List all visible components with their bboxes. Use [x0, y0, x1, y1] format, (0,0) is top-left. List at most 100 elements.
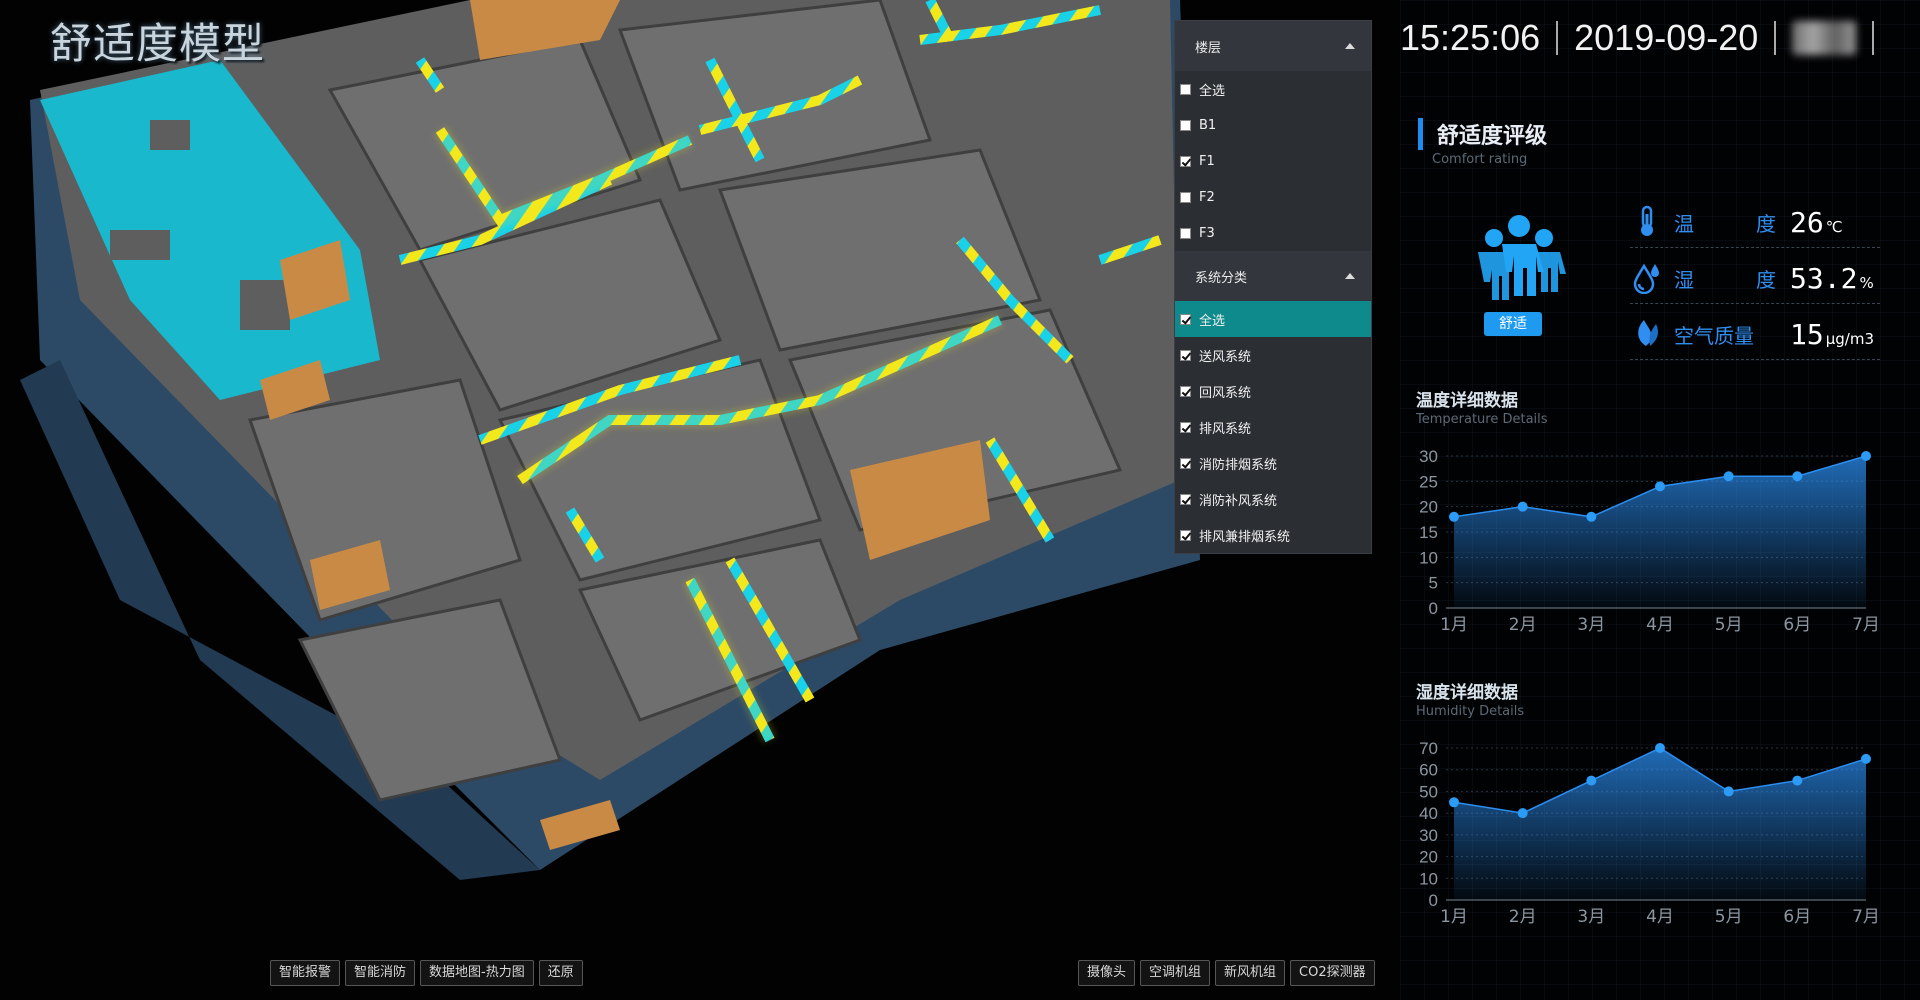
- metric-label: 空气质量: [1674, 320, 1776, 349]
- metric-label-part: 湿: [1674, 268, 1694, 292]
- checkbox[interactable]: [1180, 385, 1191, 397]
- current-time: 15:25:06: [1400, 17, 1541, 58]
- y-tick-label: 20: [1419, 848, 1438, 867]
- comfort-section-subtitle: Comfort rating: [1432, 152, 1528, 167]
- data-point: [1861, 753, 1871, 764]
- data-point: [1655, 481, 1665, 492]
- floor-option[interactable]: F3: [1175, 215, 1371, 251]
- device-layer-button[interactable]: 空调机组: [1140, 960, 1211, 986]
- metric-value: 53.2: [1790, 262, 1858, 295]
- humidity-chart-title: 湿度详细数据: [1416, 683, 1518, 703]
- metric-unit: μg/m3: [1825, 329, 1874, 348]
- x-tick-label: 6月: [1783, 615, 1811, 635]
- data-point: [1449, 797, 1459, 808]
- divider: [1556, 21, 1559, 55]
- x-tick-label: 4月: [1646, 615, 1674, 635]
- checkbox[interactable]: [1180, 313, 1191, 325]
- system-option[interactable]: 回风系统: [1175, 373, 1371, 409]
- floor-option[interactable]: F2: [1175, 179, 1371, 215]
- view-mode-button[interactable]: 智能报警: [270, 960, 341, 986]
- floor-option-label: 全选: [1199, 83, 1226, 99]
- system-option-label: 排风系统: [1199, 421, 1252, 437]
- checkbox[interactable]: [1180, 421, 1191, 433]
- checkbox[interactable]: [1180, 529, 1191, 541]
- floor-option[interactable]: F1: [1175, 143, 1371, 179]
- system-option-label: 排风兼排烟系统: [1199, 529, 1291, 545]
- caret-up-icon[interactable]: [1345, 43, 1355, 49]
- metric-row: 空气质量 15 μg/m3: [1630, 310, 1880, 360]
- system-group-header[interactable]: 系统分类: [1175, 251, 1371, 301]
- area-fill: [1454, 748, 1866, 900]
- checkbox[interactable]: [1180, 349, 1191, 361]
- floor-option-label: B1: [1199, 117, 1217, 133]
- checkbox[interactable]: [1180, 119, 1191, 131]
- data-point: [1792, 775, 1803, 786]
- metric-unit: ℃: [1825, 217, 1843, 236]
- x-tick-label: 6月: [1783, 907, 1811, 927]
- dashboard-panel: 15:25:06 2019-09-20 舒适度评级 Comfort rating…: [1400, 0, 1920, 1000]
- y-tick-label: 20: [1419, 498, 1438, 517]
- metric-label-part: 度: [1756, 212, 1776, 236]
- divider: [1774, 21, 1777, 55]
- x-tick-label: 1月: [1440, 615, 1468, 635]
- metric-value: 26: [1790, 206, 1824, 239]
- data-point: [1723, 786, 1734, 797]
- view-mode-button[interactable]: 还原: [538, 960, 583, 986]
- metric-unit: %: [1859, 273, 1874, 292]
- x-tick-label: 1月: [1440, 907, 1468, 927]
- system-option[interactable]: 排风兼排烟系统: [1175, 517, 1371, 553]
- y-tick-label: 50: [1419, 782, 1438, 801]
- floor-option[interactable]: B1: [1175, 107, 1371, 143]
- system-option[interactable]: 消防补风系统: [1175, 481, 1371, 517]
- x-tick-label: 5月: [1715, 907, 1743, 927]
- y-tick-label: 30: [1419, 826, 1438, 845]
- y-tick-label: 40: [1419, 804, 1438, 823]
- system-option[interactable]: 排风系统: [1175, 409, 1371, 445]
- view-mode-button[interactable]: 智能消防: [345, 960, 416, 986]
- page-title: 舒适度模型: [50, 19, 266, 68]
- data-point: [1723, 471, 1734, 482]
- system-option[interactable]: 消防排烟系统: [1175, 445, 1371, 481]
- y-tick-label: 30: [1419, 447, 1438, 466]
- checkbox[interactable]: [1180, 155, 1191, 167]
- system-option[interactable]: 送风系统: [1175, 337, 1371, 373]
- device-layer-button[interactable]: 摄像头: [1078, 960, 1136, 986]
- checkbox[interactable]: [1180, 83, 1191, 95]
- metric-label: 湿度: [1674, 264, 1776, 293]
- y-tick-label: 10: [1419, 869, 1438, 888]
- checkbox[interactable]: [1180, 493, 1191, 505]
- thermometer-icon: [1630, 204, 1674, 242]
- checkbox[interactable]: [1180, 227, 1191, 239]
- metric-label-part: 度: [1756, 268, 1776, 292]
- x-tick-label: 2月: [1509, 615, 1537, 635]
- system-option[interactable]: 全选: [1175, 301, 1371, 337]
- floor-group-label: 楼层: [1195, 40, 1222, 56]
- view-mode-button[interactable]: 数据地图-热力图: [420, 960, 534, 986]
- device-layer-button[interactable]: 新风机组: [1215, 960, 1286, 986]
- y-tick-label: 5: [1429, 574, 1438, 593]
- data-point: [1586, 775, 1597, 786]
- y-tick-label: 25: [1419, 472, 1438, 491]
- temperature-chart-title: 温度详细数据: [1416, 391, 1518, 411]
- metric-row: 温度 26 ℃: [1630, 198, 1880, 248]
- temperature-chart-subtitle: Temperature Details: [1416, 412, 1548, 427]
- comfort-section-title: 舒适度评级: [1418, 118, 1547, 150]
- leaf-icon: [1630, 316, 1674, 354]
- data-point: [1655, 743, 1665, 753]
- obscured-user-info: [1792, 21, 1857, 55]
- data-point: [1449, 511, 1459, 522]
- floor-option[interactable]: 全选: [1175, 71, 1371, 107]
- x-tick-label: 4月: [1646, 907, 1674, 927]
- floor-group-header[interactable]: 楼层: [1175, 21, 1371, 71]
- device-layer-button[interactable]: CO2探测器: [1290, 960, 1375, 986]
- checkbox[interactable]: [1180, 191, 1191, 203]
- checkbox[interactable]: [1180, 457, 1191, 469]
- current-date: 2019-09-20: [1574, 17, 1759, 58]
- x-tick-label: 3月: [1577, 907, 1605, 927]
- caret-up-icon[interactable]: [1345, 273, 1355, 279]
- layer-filter-panel: 楼层 全选 B1 F1 F2 F3 系统分类 全选 送风系统 回风系统 排风系统 消防排烟系统消…: [1174, 20, 1372, 554]
- metric-row: 湿度 53.2%: [1630, 254, 1880, 304]
- data-point: [1792, 471, 1803, 482]
- metric-label-part: 空气质量: [1674, 324, 1754, 348]
- system-option-label: 消防补风系统: [1199, 493, 1278, 509]
